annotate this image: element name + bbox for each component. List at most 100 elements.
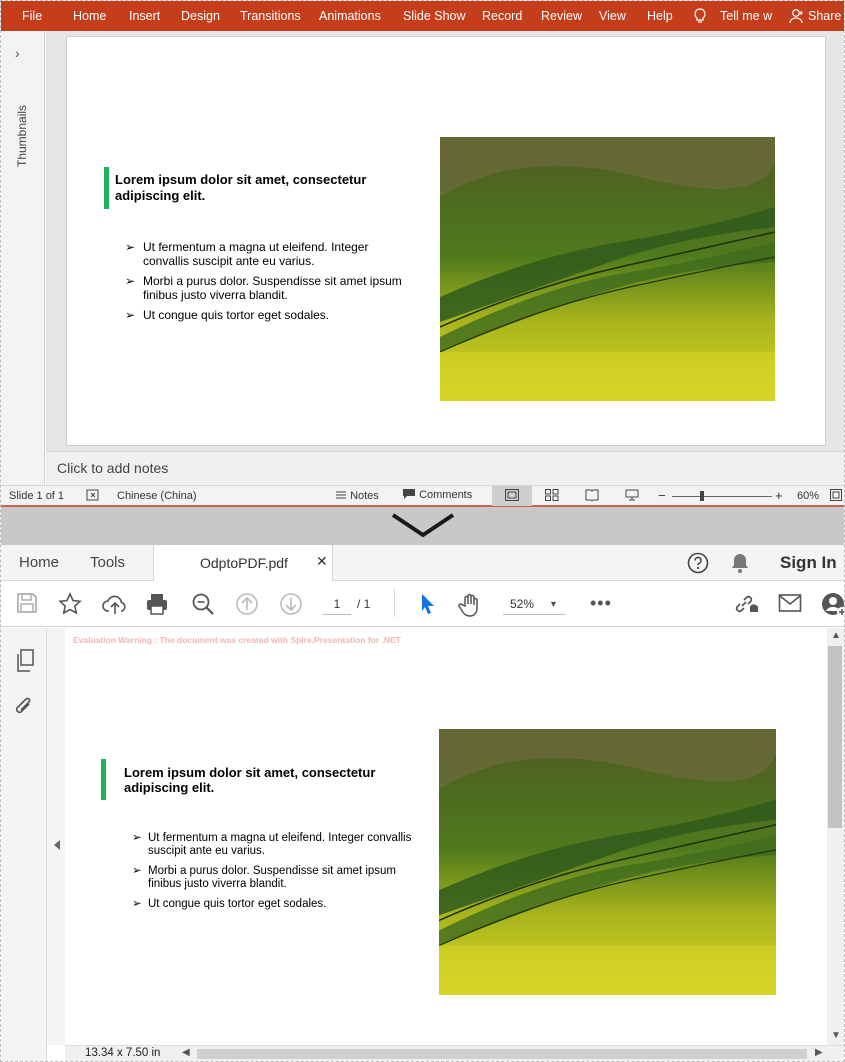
landscape-image[interactable]	[440, 137, 775, 401]
list-item: ➢ Morbi a purus dolor. Suspendisse sit am…	[132, 865, 397, 890]
grid-icon	[545, 489, 559, 501]
print-icon[interactable]	[145, 592, 169, 616]
slide-bullet-list[interactable]: ➢ Ut fermentum a magna ut eleifend. Integ…	[125, 240, 403, 322]
slide-title[interactable]: Lorem ipsum dolor sit amet, consectetur …	[115, 172, 415, 204]
help-icon[interactable]	[687, 552, 709, 574]
tab-help[interactable]: Help	[647, 1, 673, 31]
attachment-icon[interactable]	[13, 695, 35, 719]
slideshow-button[interactable]	[625, 489, 639, 504]
pdf-title: Lorem ipsum dolor sit amet, consectetur …	[124, 765, 376, 795]
slide-counter: Slide 1 of 1	[9, 490, 65, 502]
page-number-input[interactable]: 1	[323, 593, 351, 615]
list-item: ➢ Ut fermentum a magna ut eleifend. Integ…	[132, 832, 412, 857]
projector-icon	[625, 489, 639, 501]
bell-icon[interactable]	[730, 552, 750, 574]
title-accent-bar	[101, 759, 106, 800]
pages-thumbnail-icon[interactable]	[15, 649, 35, 673]
landscape-image	[439, 729, 776, 995]
list-item: ➢ Ut congue quis tortor eget sodales.	[132, 898, 327, 910]
tab-file[interactable]: File	[22, 1, 42, 31]
tab-transitions[interactable]: Transitions	[240, 1, 301, 31]
star-icon[interactable]	[58, 592, 82, 616]
zoom-in-button[interactable]: +	[775, 488, 783, 503]
tab-record[interactable]: Record	[482, 1, 522, 31]
zoom-search-icon[interactable]	[191, 592, 215, 616]
tab-review[interactable]: Review	[541, 1, 582, 31]
prev-page-icon[interactable]	[235, 592, 259, 616]
person-icon	[789, 9, 803, 24]
zoom-out-button[interactable]: −	[658, 488, 666, 503]
comment-icon	[403, 489, 415, 499]
page-size-label: 13.34 x 7.50 in	[85, 1047, 161, 1059]
tab-home[interactable]: Home	[19, 554, 59, 571]
ppt-status-bar: Slide 1 of 1 Chinese (China) Notes Comme…	[1, 485, 844, 507]
ppt-slide[interactable]: Lorem ipsum dolor sit amet, consectetur …	[66, 36, 826, 446]
share-link-icon[interactable]	[732, 592, 758, 616]
email-icon[interactable]	[778, 592, 802, 614]
page-total: / 1	[357, 597, 371, 611]
tell-me-label: Tell me w	[720, 9, 773, 23]
normal-view-button[interactable]	[505, 489, 519, 504]
collapse-panel-icon[interactable]	[53, 839, 61, 851]
horizontal-scrollbar[interactable]: 13.34 x 7.50 in ◀ ▶	[65, 1045, 844, 1061]
add-user-icon[interactable]	[821, 592, 845, 618]
close-tab-icon[interactable]: ✕	[316, 553, 328, 570]
tab-animations[interactable]: Animations	[319, 1, 381, 31]
expand-thumbnails-chevron-icon[interactable]: ›	[15, 45, 20, 61]
vertical-scroll-thumb[interactable]	[828, 646, 842, 828]
select-cursor-icon[interactable]	[419, 592, 437, 616]
tell-me-search[interactable]: Tell me w	[691, 1, 773, 31]
tab-design[interactable]: Design	[181, 1, 220, 31]
vertical-scrollbar[interactable]: ▲ ▼	[827, 628, 844, 1045]
notes-pane[interactable]: Click to add notes	[46, 451, 844, 485]
zoom-slider-thumb[interactable]	[700, 491, 704, 501]
title-accent-bar	[104, 167, 109, 209]
cloud-upload-icon[interactable]	[102, 592, 128, 616]
horizontal-scroll-thumb[interactable]	[197, 1049, 807, 1059]
pdf-page[interactable]: Evaluation Warning : The document was cr…	[65, 628, 827, 1045]
share-label: Share	[808, 9, 842, 23]
save-icon[interactable]	[16, 592, 38, 614]
reading-view-button[interactable]	[585, 489, 599, 504]
tab-view[interactable]: View	[599, 1, 626, 31]
tab-document[interactable]: OdptoPDF.pdf ✕	[153, 545, 333, 582]
scroll-left-icon[interactable]: ◀	[182, 1047, 190, 1058]
tab-insert[interactable]: Insert	[129, 1, 160, 31]
thumbnails-label: Thumbnails	[15, 104, 29, 167]
scroll-down-icon[interactable]: ▼	[831, 1030, 841, 1041]
fit-to-window-button[interactable]	[830, 489, 842, 504]
toolbar-separator	[394, 589, 395, 617]
hand-tool-icon[interactable]	[458, 592, 484, 618]
conversion-divider	[1, 507, 844, 545]
normal-view-icon	[505, 489, 519, 501]
zoom-level[interactable]: 60%	[797, 490, 819, 502]
comments-button[interactable]: Comments	[402, 488, 472, 501]
arrow-bullet-icon: ➢	[132, 832, 142, 844]
more-tools-icon[interactable]: •••	[590, 593, 612, 614]
arrow-bullet-icon: ➢	[125, 308, 136, 322]
scroll-up-icon[interactable]: ▲	[831, 630, 841, 641]
pdf-bullet-list: ➢ Ut fermentum a magna ut eleifend. Integ…	[132, 832, 418, 911]
evaluation-warning: Evaluation Warning : The document was cr…	[73, 635, 401, 645]
notes-toggle-button[interactable]: Notes	[335, 489, 379, 502]
document-tab-label: OdptoPDF.pdf	[200, 555, 288, 571]
tab-tools[interactable]: Tools	[90, 554, 125, 571]
tab-slide-show[interactable]: Slide Show	[403, 1, 466, 31]
zoom-dropdown[interactable]: 52% ▼	[503, 593, 565, 615]
screenshot-root: File Home Insert Design Transitions Anim…	[0, 0, 845, 1062]
fit-window-icon	[830, 489, 842, 501]
tab-home[interactable]: Home	[73, 1, 106, 31]
scroll-right-icon[interactable]: ▶	[815, 1047, 823, 1058]
accessibility-icon[interactable]	[86, 488, 100, 505]
slide-sorter-button[interactable]	[545, 489, 559, 504]
chevron-down-icon: ▼	[549, 599, 558, 609]
acrobat-left-rail	[1, 628, 47, 1061]
language-status[interactable]: Chinese (China)	[117, 490, 196, 502]
sign-in-button[interactable]: Sign In	[780, 553, 837, 573]
next-page-icon[interactable]	[279, 592, 303, 616]
share-button[interactable]: Share	[787, 1, 844, 31]
arrow-bullet-icon: ➢	[125, 240, 136, 254]
list-item: ➢ Ut congue quis tortor eget sodales.	[125, 308, 330, 322]
comments-label: Comments	[419, 489, 473, 501]
zoom-slider-track[interactable]	[672, 496, 772, 497]
